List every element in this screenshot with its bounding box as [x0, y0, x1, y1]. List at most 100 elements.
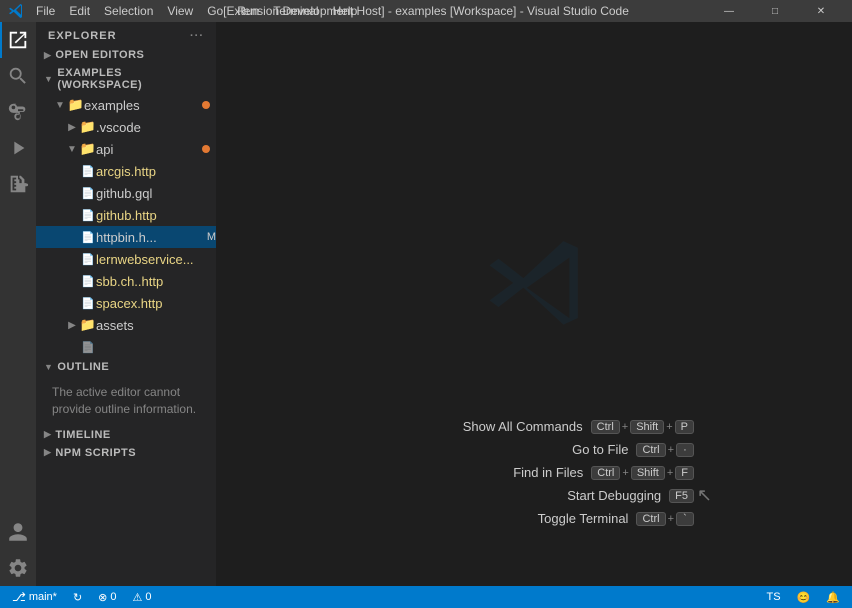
more-actions-icon[interactable]: ···: [190, 30, 204, 42]
key-plus3: +: [668, 444, 674, 456]
outline-header[interactable]: ▼ OUTLINE: [36, 358, 216, 376]
assets-folder-icon: 📁: [80, 317, 96, 333]
outline-message: The active editor cannot provide outline…: [36, 376, 216, 426]
maximize-button[interactable]: □: [752, 0, 798, 22]
feedback-item[interactable]: 😊: [793, 586, 815, 608]
tree-github-http-file[interactable]: 📄 github.http: [36, 204, 216, 226]
sync-item[interactable]: ↻: [69, 586, 86, 608]
warnings-icon: ⚠: [133, 591, 143, 604]
arcgis-file-icon: 📄: [80, 163, 96, 179]
key-shift2: Shift: [631, 466, 665, 480]
menu-file[interactable]: File: [30, 2, 61, 20]
errors-item[interactable]: ⊗ 0: [94, 586, 120, 608]
activity-source-control[interactable]: [0, 94, 36, 130]
activity-bar: [0, 22, 36, 586]
open-editors-section: ▶ OPEN EDITORS: [36, 46, 216, 64]
vscode-logo-watermark: [474, 230, 594, 353]
spacex-file-label: spacex.http: [96, 296, 216, 311]
key-plus4: +: [622, 467, 628, 479]
tree-partial-item[interactable]: 📄: [36, 336, 216, 358]
outline-label: OUTLINE: [57, 361, 109, 373]
bottom-sections: ▶ TIMELINE ▶ NPM SCRIPTS: [36, 426, 216, 462]
npm-scripts-header[interactable]: ▶ NPM SCRIPTS: [36, 444, 216, 462]
cursor-indicator: ↖: [697, 485, 712, 506]
key-p: P: [675, 420, 694, 434]
tree-sbb-file[interactable]: 📄 sbb.ch..http: [36, 270, 216, 292]
httpbin-file-label: httpbin.h...: [96, 230, 203, 245]
tree-arcgis-file[interactable]: 📄 arcgis.http: [36, 160, 216, 182]
menu-edit[interactable]: Edit: [63, 2, 96, 20]
git-branch-item[interactable]: ⎇ main*: [8, 586, 61, 608]
workspace-section: ▼ EXAMPLES (WORKSPACE) ▼ 📁 examples ▶ 📁: [36, 64, 216, 358]
tree-lernwebservice-file[interactable]: 📄 lernwebservice...: [36, 248, 216, 270]
close-button[interactable]: ✕: [798, 0, 844, 22]
errors-icon: ⊗: [98, 591, 107, 604]
shortcut-find-files-keys: Ctrl + Shift + F: [591, 466, 694, 480]
shortcut-debug-label: Start Debugging: [374, 488, 661, 503]
examples-modified-dot: [202, 101, 210, 109]
warnings-count: 0: [145, 591, 151, 603]
shortcut-debug: Start Debugging F5: [374, 488, 694, 503]
sbb-file-label: sbb.ch..http: [96, 274, 216, 289]
key-plus6: +: [668, 513, 674, 525]
api-chevron-icon: ▼: [64, 141, 80, 157]
shortcut-find-files: Find in Files Ctrl + Shift + F: [374, 465, 694, 480]
examples-folder-icon: 📁: [68, 97, 84, 113]
activity-run[interactable]: [0, 130, 36, 166]
lernwebservice-file-icon: 📄: [80, 251, 96, 267]
tree-spacex-file[interactable]: 📄 spacex.http: [36, 292, 216, 314]
timeline-chevron-icon: ▶: [44, 429, 51, 440]
ts-item[interactable]: TS: [763, 586, 785, 608]
assets-folder-label: assets: [96, 318, 216, 333]
menu-selection[interactable]: Selection: [98, 2, 159, 20]
shortcut-goto-file: Go to File Ctrl + ·: [374, 442, 694, 457]
spacex-file-icon: 📄: [80, 295, 96, 311]
notifications-item[interactable]: 🔔: [822, 586, 844, 608]
sync-icon: ↻: [73, 591, 82, 604]
activity-account[interactable]: [0, 514, 36, 550]
status-bar-right: TS 😊 🔔: [763, 586, 844, 608]
key-plus2: +: [666, 421, 672, 433]
arcgis-file-label: arcgis.http: [96, 164, 216, 179]
window-title: [Extension Development Host] - examples …: [223, 4, 629, 18]
explorer-actions[interactable]: ···: [190, 30, 204, 42]
github-http-icon: 📄: [80, 207, 96, 223]
explorer-title: EXPLORER: [48, 30, 117, 42]
timeline-header[interactable]: ▶ TIMELINE: [36, 426, 216, 444]
api-folder-label: api: [96, 142, 202, 157]
shortcut-terminal: Toggle Terminal Ctrl + `: [374, 511, 694, 526]
open-editors-label: OPEN EDITORS: [55, 49, 144, 61]
git-branch-icon: ⎇: [12, 590, 26, 604]
shortcut-terminal-keys: Ctrl + `: [636, 512, 694, 526]
tree-api-folder[interactable]: ▼ 📁 api: [36, 138, 216, 160]
examples-folder-label: examples: [84, 98, 202, 113]
main-area: EXPLORER ··· ▶ OPEN EDITORS ▼ EXAMPLES (…: [0, 22, 852, 586]
tree-assets-folder[interactable]: ▶ 📁 assets: [36, 314, 216, 336]
activity-extensions[interactable]: [0, 166, 36, 202]
errors-count: 0: [110, 591, 116, 603]
activity-explorer[interactable]: [0, 22, 36, 58]
partial-file-icon: 📄: [80, 339, 96, 355]
tree-vscode-folder[interactable]: ▶ 📁 .vscode: [36, 116, 216, 138]
tree-examples-folder[interactable]: ▼ 📁 examples: [36, 94, 216, 116]
activity-settings[interactable]: [0, 550, 36, 586]
window-controls: — □ ✕: [706, 0, 844, 22]
shortcut-goto-file-label: Go to File: [374, 442, 628, 457]
workspace-header[interactable]: ▼ EXAMPLES (WORKSPACE): [36, 64, 216, 94]
workspace-chevron: ▼: [44, 74, 53, 84]
timeline-label: TIMELINE: [55, 429, 110, 441]
open-editors-chevron: ▶: [44, 50, 51, 61]
key-ctrl-2: Ctrl: [636, 443, 665, 457]
minimize-button[interactable]: —: [706, 0, 752, 22]
warnings-item[interactable]: ⚠ 0: [129, 586, 156, 608]
shortcuts-panel: Show All Commands Ctrl + Shift + P Go to…: [216, 419, 852, 526]
app-icon: [8, 3, 24, 19]
assets-chevron-icon: ▶: [64, 317, 80, 333]
menu-view[interactable]: View: [161, 2, 199, 20]
sidebar: EXPLORER ··· ▶ OPEN EDITORS ▼ EXAMPLES (…: [36, 22, 216, 586]
open-editors-header[interactable]: ▶ OPEN EDITORS: [36, 46, 216, 64]
activity-search[interactable]: [0, 58, 36, 94]
tree-github-gql-file[interactable]: 📄 github.gql: [36, 182, 216, 204]
npm-label: NPM SCRIPTS: [55, 447, 136, 459]
tree-httpbin-file[interactable]: 📄 httpbin.h... M: [36, 226, 216, 248]
